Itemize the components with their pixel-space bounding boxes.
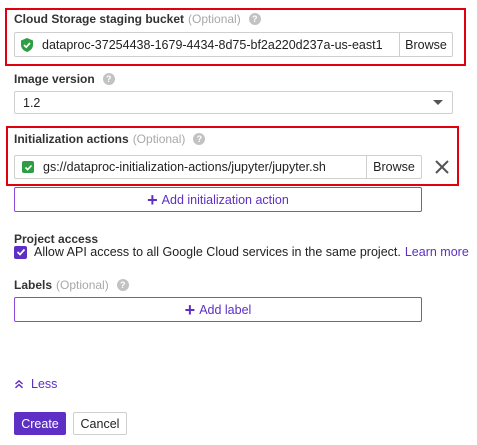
- add-init-action-label: Add initialization action: [161, 192, 289, 207]
- staging-bucket-input[interactable]: dataproc-37254438-1679-4434-8d75-bf2a220…: [42, 38, 399, 52]
- staging-bucket-field[interactable]: dataproc-37254438-1679-4434-8d75-bf2a220…: [14, 32, 453, 57]
- project-access-label: Project access: [14, 232, 98, 246]
- init-actions-label: Initialization actions (Optional) ?: [14, 132, 206, 146]
- learn-more-link[interactable]: Learn more: [405, 245, 469, 259]
- shield-check-icon: [21, 37, 33, 52]
- init-action-input[interactable]: gs://dataproc-initialization-actions/jup…: [43, 160, 366, 174]
- staging-bucket-label: Cloud Storage staging bucket (Optional) …: [14, 12, 261, 26]
- image-version-label-text: Image version: [14, 72, 95, 86]
- staging-bucket-label-text: Cloud Storage staging bucket: [14, 12, 185, 26]
- add-label-text: Add label: [199, 302, 252, 317]
- optional-tag: (Optional): [132, 132, 186, 146]
- plus-icon: +: [147, 189, 158, 210]
- help-icon[interactable]: ?: [102, 73, 115, 85]
- image-version-label: Image version ?: [14, 72, 115, 86]
- less-label: Less: [31, 377, 58, 391]
- init-actions-label-text: Initialization actions: [14, 132, 129, 146]
- help-icon[interactable]: ?: [248, 13, 261, 25]
- optional-tag: (Optional): [188, 12, 241, 26]
- help-icon[interactable]: ?: [193, 133, 206, 145]
- help-icon[interactable]: ?: [116, 279, 129, 291]
- api-access-text: Allow API access to all Google Cloud ser…: [34, 245, 401, 259]
- optional-tag: (Optional): [56, 278, 109, 292]
- init-action-field[interactable]: gs://dataproc-initialization-actions/jup…: [14, 155, 422, 179]
- project-access-label-text: Project access: [14, 232, 99, 246]
- remove-init-action-icon[interactable]: [434, 159, 450, 175]
- cancel-button[interactable]: Cancel: [73, 412, 127, 435]
- labels-label: Labels (Optional) ?: [14, 278, 129, 292]
- add-label-button[interactable]: + Add label: [14, 297, 422, 322]
- dropdown-arrow-icon: [433, 100, 443, 105]
- project-access-row: Allow API access to all Google Cloud ser…: [14, 245, 469, 259]
- create-button[interactable]: Create: [14, 412, 66, 435]
- double-chevron-up-icon: [14, 379, 24, 389]
- add-init-action-button[interactable]: + Add initialization action: [14, 187, 422, 212]
- check-icon: [22, 161, 34, 173]
- labels-label-text: Labels: [14, 278, 53, 292]
- api-access-checkbox[interactable]: [14, 245, 27, 259]
- init-action-browse-button[interactable]: Browse: [366, 156, 421, 178]
- staging-bucket-browse-button[interactable]: Browse: [399, 33, 452, 56]
- less-toggle[interactable]: Less: [14, 377, 57, 391]
- image-version-value: 1.2: [23, 95, 41, 110]
- image-version-select[interactable]: 1.2: [14, 91, 453, 114]
- plus-icon: +: [184, 299, 196, 320]
